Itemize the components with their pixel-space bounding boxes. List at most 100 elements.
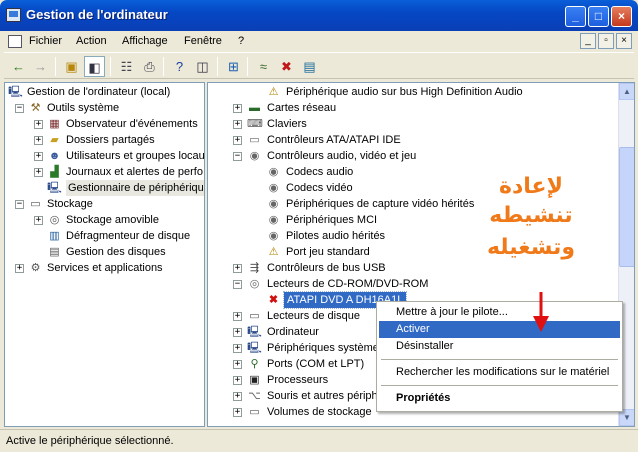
expand-icon[interactable]: + <box>34 216 43 225</box>
toolbar-separator <box>55 57 56 76</box>
expand-icon[interactable]: + <box>34 168 43 177</box>
device-label: Codecs vidéo <box>286 182 353 194</box>
expand-icon[interactable]: + <box>34 136 43 145</box>
console-icon[interactable]: ◫ <box>192 56 213 77</box>
expand-icon[interactable]: + <box>34 152 43 161</box>
forward-icon[interactable]: → <box>30 56 51 77</box>
document-icon[interactable] <box>8 35 22 48</box>
expand-icon[interactable]: + <box>233 120 242 129</box>
disable-icon[interactable]: ✖ <box>276 56 297 77</box>
annotation-line-2: تنشيطه <box>489 203 573 228</box>
device-label: Claviers <box>267 118 307 130</box>
device-label: Lecteurs de CD-ROM/DVD-ROM <box>267 278 429 290</box>
menu-bar: Fichier Action Affichage Fenêtre ? _ ▫ × <box>4 31 634 52</box>
tree-item-label: Gestionnaire de périphérique <box>66 180 204 196</box>
collapse-icon[interactable]: − <box>233 280 242 289</box>
device-label: Ports (COM et LPT) <box>267 358 365 370</box>
device-label: Périphériques système <box>267 342 379 354</box>
tree-item-label: Observateur d'événements <box>66 118 198 130</box>
mdi-minimize-button[interactable]: _ <box>580 33 596 49</box>
disabled-cdrom-icon: ✖ <box>268 294 279 306</box>
device-manager-icon: 🖳 <box>47 182 62 194</box>
enable-icon[interactable]: ▤ <box>299 56 320 77</box>
collapse-icon[interactable]: − <box>15 200 24 209</box>
keyboard-icon: ⌨ <box>247 118 263 130</box>
menu-fichier[interactable]: Fichier <box>29 35 62 47</box>
help-icon[interactable]: ? <box>169 56 190 77</box>
red-arrow-icon <box>533 292 549 332</box>
back-icon[interactable]: ← <box>8 56 29 77</box>
scrollbar-thumb[interactable] <box>619 147 634 267</box>
print-icon[interactable]: ⎙ <box>139 56 160 77</box>
codec-icon: ◉ <box>268 230 279 242</box>
expand-icon[interactable]: + <box>233 136 242 145</box>
device-label: Pilotes audio hérités <box>286 230 386 242</box>
menu-item-update-driver[interactable]: Mettre à jour le pilote... <box>379 304 620 321</box>
menu-affichage[interactable]: Affichage <box>122 35 168 47</box>
title-bar[interactable]: Gestion de l'ordinateur _ □ × <box>0 0 638 31</box>
up-folder-icon[interactable]: ▣ <box>61 56 82 77</box>
expand-icon[interactable]: + <box>233 312 242 321</box>
maximize-button[interactable]: □ <box>588 6 609 27</box>
mdi-restore-button[interactable]: ▫ <box>598 33 614 49</box>
expand-icon[interactable]: + <box>34 120 43 129</box>
tree-item-label: Services et applications <box>47 262 163 274</box>
collapse-icon[interactable]: − <box>233 152 242 161</box>
expand-icon[interactable]: + <box>233 264 242 273</box>
console-tree-pane[interactable]: 🖳 Gestion de l'ordinateur (local) − ⚒ Ou… <box>4 82 205 427</box>
collapse-icon[interactable]: − <box>15 104 24 113</box>
uninstall-icon[interactable]: ≈ <box>253 56 274 77</box>
system-device-icon: 🖳 <box>247 342 262 354</box>
expand-icon[interactable]: + <box>233 408 242 417</box>
warning-device-icon: ⚠ <box>268 246 279 258</box>
menu-fenetre[interactable]: Fenêtre <box>184 35 222 47</box>
tree-item-label: Journaux et alertes de perfo <box>66 166 203 178</box>
processor-icon: ▣ <box>249 374 260 386</box>
menu-item-properties[interactable]: Propriétés <box>379 390 620 407</box>
computer-icon: 🖳 <box>247 326 262 338</box>
close-button[interactable]: × <box>611 6 632 27</box>
toolbar-separator <box>163 57 164 76</box>
toolbar-separator <box>217 57 218 76</box>
device-label: Lecteurs de disque <box>267 310 360 322</box>
show-tree-icon[interactable]: ◧ <box>84 56 105 77</box>
tree-item-label: Stockage <box>47 198 93 210</box>
menu-action[interactable]: Action <box>76 35 107 47</box>
volume-icon: ▭ <box>249 406 260 418</box>
expand-icon[interactable]: + <box>233 344 242 353</box>
device-label: Port jeu standard <box>286 246 370 258</box>
scan-hardware-icon[interactable]: ⊞ <box>223 56 244 77</box>
menu-help[interactable]: ? <box>238 35 244 47</box>
ide-controller-icon: ▭ <box>249 134 260 146</box>
shared-folder-icon: ▰ <box>50 134 59 146</box>
menu-item-scan-hardware[interactable]: Rechercher les modifications sur le maté… <box>379 364 620 381</box>
properties-icon[interactable]: ☷ <box>116 56 137 77</box>
expand-icon[interactable]: + <box>233 376 242 385</box>
mdi-close-button[interactable]: × <box>616 33 632 49</box>
menu-item-enable[interactable]: Activer <box>379 321 620 338</box>
annotation-line-1: لإعادة <box>499 174 563 199</box>
defrag-icon: ▥ <box>49 230 60 242</box>
expand-icon[interactable]: + <box>233 104 242 113</box>
tree-item-label: Gestion de l'ordinateur (local) <box>27 86 171 98</box>
expand-icon[interactable]: + <box>233 392 242 401</box>
expand-icon[interactable]: + <box>233 360 242 369</box>
services-icon: ⚙ <box>30 262 41 274</box>
device-label: Contrôleurs de bus USB <box>267 262 386 274</box>
device-label: Codecs audio <box>286 166 354 178</box>
minimize-button[interactable]: _ <box>565 6 586 27</box>
expand-icon[interactable]: + <box>233 328 242 337</box>
device-label: Périphériques MCI <box>286 214 378 226</box>
tree-item-label: Outils système <box>47 102 120 114</box>
menu-item-uninstall[interactable]: Désinstaller <box>379 338 620 355</box>
status-text: Active le périphérique sélectionné. <box>6 435 174 447</box>
menu-divider <box>381 359 618 360</box>
removable-storage-icon: ◎ <box>49 214 60 226</box>
expand-icon[interactable]: + <box>15 264 24 273</box>
tree-item-label: Défragmenteur de disque <box>66 230 191 242</box>
device-label: Contrôleurs ATA/ATAPI IDE <box>267 134 401 146</box>
scroll-up-icon[interactable]: ▲ <box>619 83 634 100</box>
mouse-icon: ⌥ <box>248 390 261 402</box>
disk-drive-icon: ▭ <box>249 310 260 322</box>
users-icon: ☻ <box>48 150 61 162</box>
